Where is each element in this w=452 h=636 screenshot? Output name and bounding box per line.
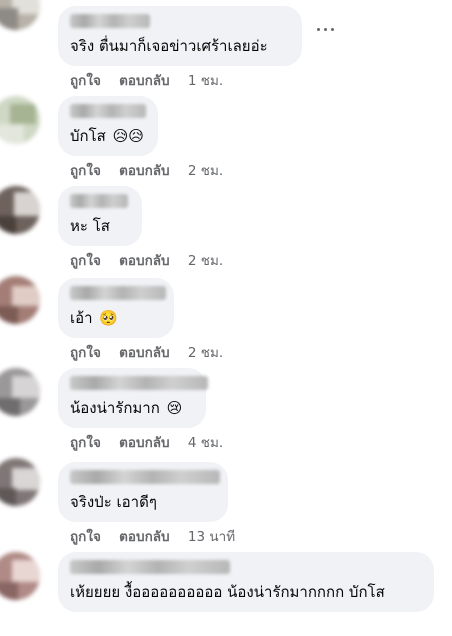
- comment-actions: ถูกใจ ตอบกลับ 13 นาที: [70, 528, 235, 546]
- avatar-image-block: [0, 398, 20, 416]
- commenter-name-redacted[interactable]: [70, 104, 146, 118]
- comment-item: จริง ตื่นมาก็เจอข่าวเศร้าเลยอ่ะ ถูกใจ ตอ…: [0, 0, 452, 90]
- comment-item: บักโส 😥😥 ถูกใจ ตอบกลับ 2 ชม.: [0, 90, 452, 180]
- reply-link[interactable]: ตอบกลับ: [119, 529, 169, 545]
- avatar-image-block: [0, 306, 18, 324]
- comment-actions: ถูกใจ ตอบกลับ 1 ชม.: [70, 72, 223, 90]
- avatar-image-block: [0, 8, 18, 30]
- comment-item: น้องน่ารักมาก 😢 ถูกใจ ตอบกลับ 4 ชม.: [0, 362, 452, 452]
- crying-face-emoji: 😢: [166, 399, 183, 417]
- like-link[interactable]: ถูกใจ: [70, 529, 101, 545]
- ellipsis-icon: [317, 28, 320, 31]
- comment-bubble[interactable]: น้องน่ารักมาก 😢: [58, 368, 208, 428]
- comment-text-body: เห้ยยยย งื้ออออออออออ น้องน่ารักมากกกก บ…: [70, 583, 385, 601]
- like-link[interactable]: ถูกใจ: [70, 163, 101, 179]
- avatar[interactable]: [0, 96, 40, 144]
- avatar[interactable]: [0, 276, 40, 324]
- comment-actions: ถูกใจ ตอบกลับ 2 ชม.: [70, 162, 223, 180]
- comment-actions: ถูกใจ ตอบกลับ 2 ชม.: [70, 344, 223, 362]
- avatar-image-block: [0, 582, 18, 600]
- avatar-image-block: [10, 104, 36, 124]
- sad-face-emoji: 😥😥: [112, 127, 144, 145]
- comment-text-body: จริง ตื่นมาก็เจอข่าวเศร้าเลยอ่ะ: [70, 37, 268, 55]
- avatar-image-block: [12, 560, 40, 582]
- comment-bubble[interactable]: เห้ยยยย งื้ออออออออออ น้องน่ารักมากกกก บ…: [58, 552, 434, 612]
- commenter-name-redacted[interactable]: [70, 194, 128, 208]
- avatar[interactable]: [0, 552, 40, 600]
- comment-timestamp[interactable]: 13 นาที: [188, 529, 235, 545]
- like-link[interactable]: ถูกใจ: [70, 345, 101, 361]
- more-options-button[interactable]: [315, 22, 337, 36]
- comment-text: บักโส 😥😥: [70, 126, 144, 146]
- comment-actions: ถูกใจ ตอบกลับ 2 ชม.: [70, 252, 223, 270]
- ellipsis-icon: [331, 28, 334, 31]
- like-link[interactable]: ถูกใจ: [70, 253, 101, 269]
- comment-bubble[interactable]: เอ้า 🥺: [58, 278, 174, 338]
- comment-text-body: จริงป่ะ เอาดีๆ: [70, 493, 157, 511]
- comment-bubble[interactable]: จริงป่ะ เอาดีๆ: [58, 462, 228, 522]
- comment-text: หะ โส: [70, 216, 110, 236]
- commenter-name-redacted[interactable]: [70, 14, 150, 28]
- like-link[interactable]: ถูกใจ: [70, 435, 101, 451]
- reply-link[interactable]: ตอบกลับ: [119, 435, 169, 451]
- comment-text: เอ้า 🥺: [70, 308, 118, 328]
- comment-text-body: น้องน่ารักมาก: [70, 399, 160, 417]
- avatar[interactable]: [0, 0, 40, 30]
- comments-list: จริง ตื่นมาก็เจอข่าวเศร้าเลยอ่ะ ถูกใจ ตอ…: [0, 0, 452, 618]
- comment-text: จริงป่ะ เอาดีๆ: [70, 492, 157, 512]
- comment-timestamp[interactable]: 4 ชม.: [188, 435, 223, 451]
- avatar-image-block: [0, 216, 16, 234]
- commenter-name-redacted[interactable]: [70, 470, 220, 484]
- commenter-name-redacted[interactable]: [70, 376, 208, 390]
- reply-link[interactable]: ตอบกลับ: [119, 163, 169, 179]
- commenter-name-redacted[interactable]: [70, 286, 166, 300]
- comment-timestamp[interactable]: 2 ชม.: [188, 253, 223, 269]
- comment-timestamp[interactable]: 2 ชม.: [188, 163, 223, 179]
- like-link[interactable]: ถูกใจ: [70, 73, 101, 89]
- avatar-image-block: [12, 376, 40, 398]
- comment-item: จริงป่ะ เอาดีๆ ถูกใจ ตอบกลับ 13 นาที: [0, 452, 452, 545]
- avatar-image-block: [14, 192, 40, 216]
- comment-timestamp[interactable]: 2 ชม.: [188, 345, 223, 361]
- comment-bubble[interactable]: จริง ตื่นมาก็เจอข่าวเศร้าเลยอ่ะ: [58, 6, 302, 66]
- comment-item: เห้ยยยย งื้ออออออออออ น้องน่ารักมากกกก บ…: [0, 546, 452, 636]
- comment-bubble[interactable]: บักโส 😥😥: [58, 96, 158, 156]
- comment-item: หะ โส ถูกใจ ตอบกลับ 2 ชม.: [0, 180, 452, 270]
- comment-timestamp[interactable]: 1 ชม.: [188, 73, 223, 89]
- avatar[interactable]: [0, 186, 40, 234]
- reply-link[interactable]: ตอบกลับ: [119, 345, 169, 361]
- comment-text-body: เอ้า: [70, 309, 93, 327]
- comment-text-body: หะ โส: [70, 217, 110, 235]
- ellipsis-icon: [324, 28, 327, 31]
- avatar-image-block: [0, 124, 24, 144]
- avatar-image-block: [0, 488, 16, 506]
- reply-link[interactable]: ตอบกลับ: [119, 73, 169, 89]
- comment-text-body: บักโส: [70, 127, 106, 145]
- comment-text: เห้ยยยย งื้ออออออออออ น้องน่ารักมากกกก บ…: [70, 582, 385, 602]
- avatar-image-block: [12, 468, 40, 490]
- avatar-image-block: [12, 286, 40, 306]
- pleading-face-emoji: 🥺: [99, 309, 119, 327]
- avatar[interactable]: [0, 368, 40, 416]
- reply-link[interactable]: ตอบกลับ: [119, 253, 169, 269]
- comment-text: น้องน่ารักมาก 😢: [70, 398, 182, 418]
- comment-actions: ถูกใจ ตอบกลับ 4 ชม.: [70, 434, 223, 452]
- comment-item: เอ้า 🥺 ถูกใจ ตอบกลับ 2 ชม.: [0, 270, 452, 362]
- avatar[interactable]: [0, 458, 40, 506]
- comment-bubble[interactable]: หะ โส: [58, 186, 142, 246]
- comment-text: จริง ตื่นมาก็เจอข่าวเศร้าเลยอ่ะ: [70, 36, 268, 56]
- commenter-name-redacted[interactable]: [70, 560, 230, 574]
